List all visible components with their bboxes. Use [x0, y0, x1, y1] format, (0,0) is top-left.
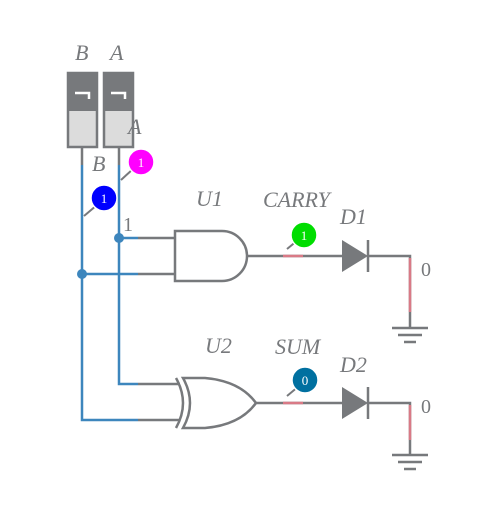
wire-b: [77, 147, 180, 422]
probe-a[interactable]: 1: [120, 148, 155, 181]
gate-u1-label: U1: [196, 186, 223, 211]
svg-text:1: 1: [138, 155, 145, 170]
ground-icon: [392, 326, 428, 344]
svg-text:1: 1: [301, 228, 308, 243]
junction-dot: [77, 269, 87, 279]
svg-text:0: 0: [302, 373, 309, 388]
gate-u2-label: U2: [205, 333, 232, 358]
net-label-sum: SUM: [275, 334, 322, 359]
and-gate-u1[interactable]: [173, 229, 249, 283]
node-label: 1: [123, 214, 133, 236]
ground-label-1: 0: [421, 259, 431, 281]
switch-a-label: A: [108, 40, 124, 65]
net-label-a: A: [126, 114, 142, 139]
probe-sum[interactable]: 0: [286, 366, 319, 397]
sum-net: [256, 387, 428, 471]
probe-b[interactable]: 1: [83, 184, 118, 217]
switch-b-label: B: [75, 40, 88, 65]
switch-b[interactable]: [66, 71, 99, 149]
net-label-carry: CARRY: [263, 187, 333, 212]
net-label-b: B: [92, 151, 105, 176]
ground-label-2: 0: [421, 396, 431, 418]
ground-icon: [392, 453, 428, 471]
diode-d2-label: D2: [339, 352, 367, 377]
schematic-canvas: B A A B 1 1 1 U1 U2 CARRY D1 0 1 SUM D2 …: [0, 0, 500, 509]
carry-net: [248, 240, 428, 344]
probe-carry[interactable]: 1: [286, 221, 318, 250]
xor-gate-u2[interactable]: [174, 376, 258, 430]
circuit-schematic: B A A B 1 1 1 U1 U2 CARRY D1 0 1 SUM D2 …: [66, 40, 431, 471]
diode-d1: [342, 240, 368, 272]
diode-d2: [342, 387, 368, 419]
svg-text:1: 1: [101, 191, 108, 206]
wire-a: [114, 147, 180, 386]
diode-d1-label: D1: [339, 204, 367, 229]
